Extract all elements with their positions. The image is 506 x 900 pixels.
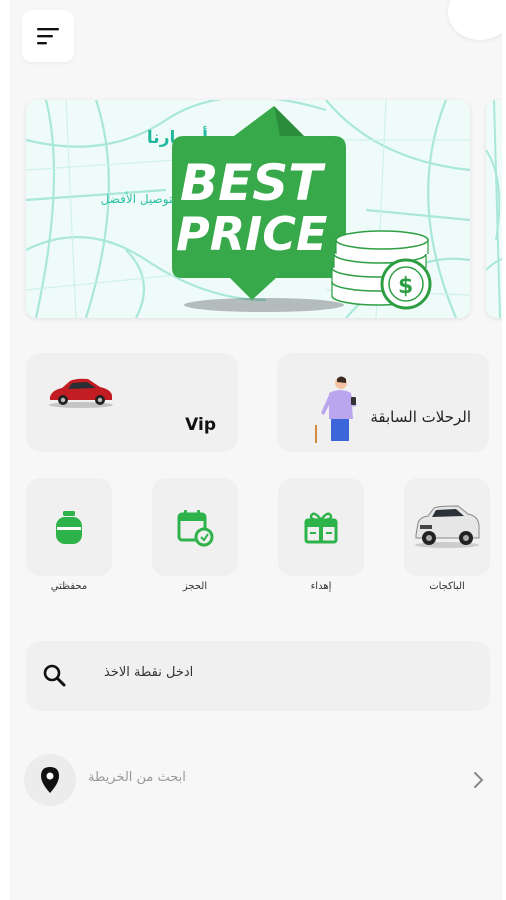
search-on-map-link[interactable]: ابحث من الخريطة xyxy=(88,770,186,785)
location-pin-icon xyxy=(41,767,59,793)
previous-trips-label: الرحلات السابقة xyxy=(370,408,471,426)
chevron-right-icon[interactable] xyxy=(472,770,486,790)
service-gift[interactable] xyxy=(278,478,364,576)
search-icon xyxy=(43,664,66,687)
best-price-graphic: BEST PRICE $ xyxy=(172,106,432,312)
service-booking[interactable] xyxy=(152,478,238,576)
person-with-phone-icon xyxy=(315,376,357,443)
service-packages[interactable] xyxy=(404,478,490,576)
vip-card[interactable]: Vip xyxy=(26,353,238,452)
calendar-icon xyxy=(177,510,214,547)
pickup-search-field[interactable]: ادخل نقطة الاخذ xyxy=(26,641,490,711)
service-gift-label: إهداء xyxy=(310,581,332,592)
red-car-icon xyxy=(49,378,113,408)
service-wallet[interactable] xyxy=(26,478,112,576)
service-wallet-label: محفظتي xyxy=(50,581,88,592)
gas-cylinder-icon xyxy=(56,511,82,544)
coin-symbol: $ xyxy=(398,274,413,299)
menu-icon xyxy=(37,28,59,45)
profile-button[interactable] xyxy=(448,0,502,40)
map-pin-button[interactable] xyxy=(24,754,76,806)
badge-text-price: PRICE xyxy=(176,207,327,261)
previous-trips-card[interactable]: الرحلات السابقة xyxy=(277,353,489,452)
badge-text-best: BEST xyxy=(180,154,326,212)
next-banner-peek[interactable] xyxy=(486,100,502,318)
vip-label: Vip xyxy=(185,415,216,435)
pickup-search-placeholder: ادخل نقطة الاخذ xyxy=(104,665,194,680)
promo-banner[interactable]: أسعارنا أسعار التوصيل الأفضل BEST PRICE xyxy=(26,100,470,318)
suv-car-icon xyxy=(415,505,480,548)
service-packages-label: الباكجات xyxy=(429,581,465,592)
map-background-next xyxy=(486,100,502,318)
gift-icon xyxy=(304,512,338,544)
service-booking-label: الحجز xyxy=(182,581,208,592)
app-screen: أسعارنا أسعار التوصيل الأفضل BEST PRICE xyxy=(10,0,502,900)
menu-button[interactable] xyxy=(22,10,74,62)
